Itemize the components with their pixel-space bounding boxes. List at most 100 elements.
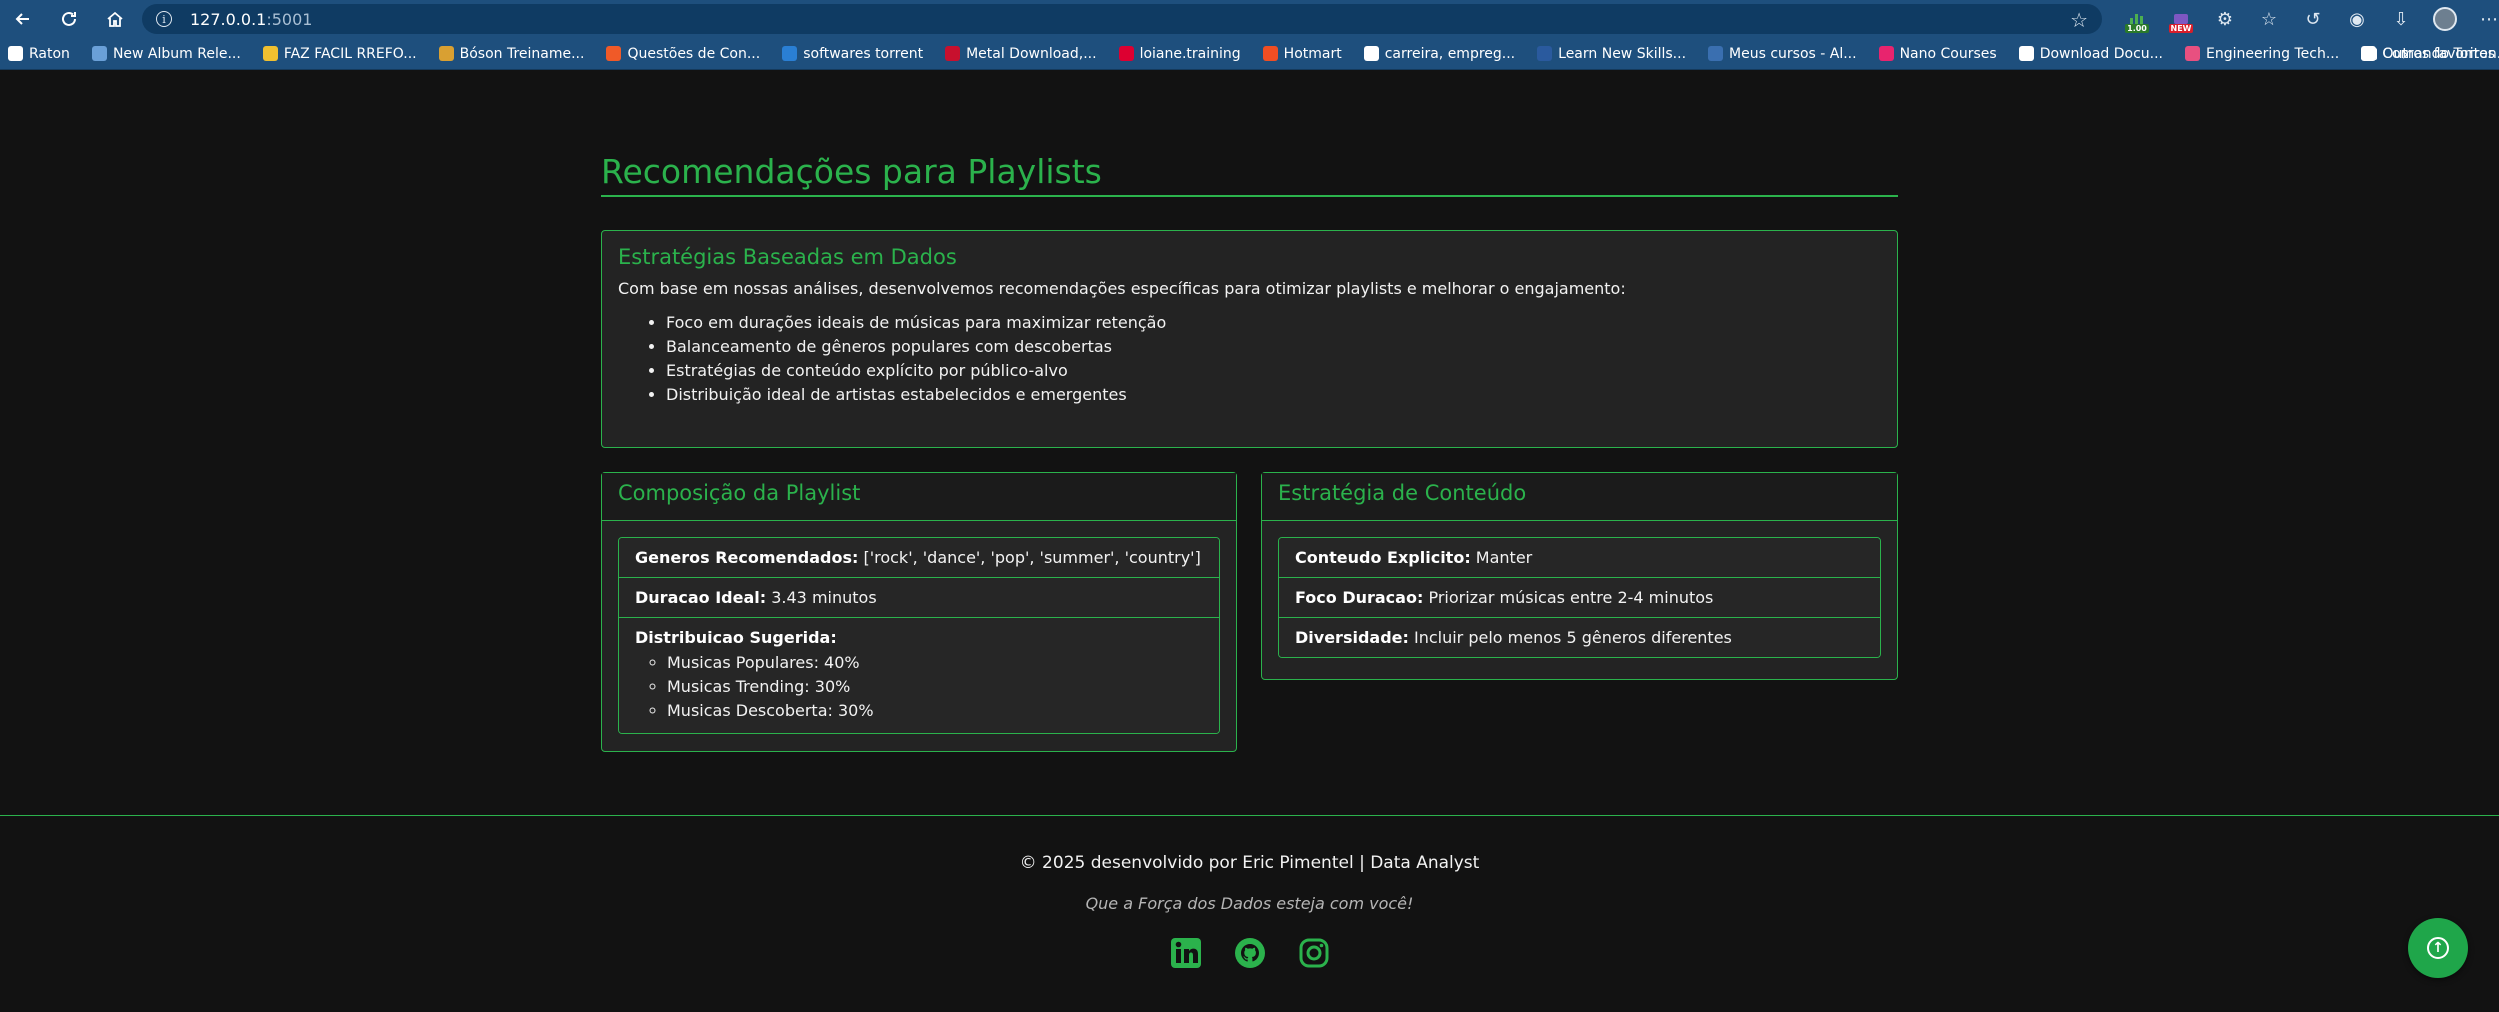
bookmark-item[interactable]: New Album Rele... [91,45,241,62]
bookmark-item[interactable]: Bóson Treiname... [438,45,585,62]
strategies-intro-text: Com base em nossas análises, desenvolvem… [618,279,1626,298]
download-icon: ⇩ [2393,8,2409,30]
distribution-entry: Musicas Descoberta: 30% [667,699,1203,723]
boson-icon [438,46,454,61]
content-strategy-panel: Estratégia de Conteúdo Conteudo Explicit… [1261,472,1898,680]
hotmart-icon [1262,46,1278,61]
bookmark-item[interactable]: carreira, empreg... [1363,46,1515,62]
extension-new-badge: NEW [2168,24,2194,33]
copilot-icon: ◉ [2349,8,2365,30]
bookmark-label: Raton [29,45,70,62]
strategies-list: Foco em durações ideais de músicas para … [666,314,1881,404]
profile-button[interactable] [2423,0,2467,38]
bookmark-item[interactable]: Meus cursos - Al... [1708,46,1857,62]
bookmark-label: Learn New Skills... [1558,45,1687,62]
instagram-link[interactable] [1297,936,1331,970]
puzzle-icon: ⚙ [2216,8,2234,30]
bookmark-item[interactable]: Hotmart [1262,46,1342,62]
title-divider [601,195,1898,197]
bookmark-label: New Album Rele... [112,45,241,62]
back-button[interactable] [0,0,46,38]
strategy-list: Conteudo Explicito: Manter Foco Duracao:… [1278,537,1881,658]
bookmark-label: Nano Courses [1899,45,1997,62]
bookmark-item[interactable]: loiane.training [1118,45,1241,62]
genres-value: ['rock', 'dance', 'pop', 'summer', 'coun… [858,548,1201,567]
bookmark-item[interactable]: Download Docu... [2018,45,2164,62]
distribution-entry: Musicas Trending: 30% [667,675,1203,699]
favorites-icon: ☆ [2260,8,2278,30]
playlist-composition-panel: Composição da Playlist Generos Recomenda… [601,472,1237,752]
extension-badge: 1.00 [2125,24,2149,33]
bookmarks-bar: Raton New Album Rele... FAZ FACIL RREFO...… [0,38,2499,70]
bookmark-item[interactable]: FAZ FACIL RREFO... [262,46,417,62]
distribution-entry: Musicas Populares: 40% [667,651,1203,675]
bookmark-label: Bóson Treiname... [459,45,585,62]
bookmark-label: Metal Download,... [966,45,1097,62]
copilot-button[interactable]: ◉ [2335,0,2379,38]
composition-body: Generos Recomendados: ['rock', 'dance', … [602,521,1236,750]
history-button[interactable]: ↺ [2291,0,2335,38]
footer-credit: © 2025 desenvolvido por Eric Pimentel | … [1019,853,1480,873]
extensions-button[interactable]: ⚙ [2203,0,2247,38]
list-item: Estratégias de conteúdo explícito por pú… [666,362,1881,380]
diversity-value: Incluir pelo menos 5 gêneros diferentes [1408,628,1732,647]
composition-header: Composição da Playlist [602,473,1236,521]
browser-toolbar: i 127.0.0.1:5001 ☆ 1.00 NEW ⚙ ☆ ↺ ◉ ⇩ ⋯ [0,0,2499,38]
bookmark-item[interactable]: Engineering Tech... [2185,46,2339,62]
diversity-item: Diversidade: Incluir pelo menos 5 gênero… [1279,618,1880,657]
url-host: 127.0.0.1 [190,9,267,29]
genres-item: Generos Recomendados: ['rock', 'dance', … [619,538,1219,578]
menu-button[interactable]: ⋯ [2467,0,2499,38]
diversity-label: Diversidade: [1295,628,1409,647]
downloads-button[interactable]: ⇩ [2379,0,2423,38]
folder-icon [2360,48,2377,60]
bookmark-item[interactable]: softwares torrent [782,46,923,62]
strategies-heading: Estratégias Baseadas em Dados [618,245,957,269]
bookmark-label: softwares torrent [803,45,924,62]
raton-icon [8,46,23,61]
b-icon [1363,46,1379,61]
doc-icon [2018,46,2034,61]
focus-item: Foco Duracao: Priorizar músicas entre 2-… [1279,578,1880,618]
bookmark-item[interactable]: Raton [8,46,70,62]
list-item: Balanceamento de gêneros populares com d… [666,338,1881,356]
bookmark-star-icon[interactable]: ☆ [2070,8,2088,32]
learn-icon [1537,46,1553,61]
other-favorites-folder[interactable]: Outros favoritos [2360,38,2499,70]
bookmark-label: Download Docu... [2039,45,2164,62]
focus-value: Priorizar músicas entre 2-4 minutos [1423,588,1714,607]
reload-button[interactable] [46,0,92,38]
favorites-button[interactable]: ☆ [2247,0,2291,38]
faz-icon [262,46,278,61]
list-item: Distribuição ideal de artistas estabelec… [666,386,1881,404]
metal-icon [945,46,961,61]
extensions-bar: 1.00 NEW ⚙ ☆ ↺ ◉ ⇩ ⋯ [2115,0,2499,38]
explicit-value: Manter [1470,548,1533,567]
cursos-icon [1708,46,1724,61]
genres-label: Generos Recomendados: [635,548,859,567]
questoes-icon [606,46,622,61]
strategy-header: Estratégia de Conteúdo [1262,473,1897,521]
composition-heading: Composição da Playlist [618,481,861,505]
linkedin-link[interactable] [1169,936,1203,970]
reload-icon [62,11,76,26]
scroll-to-top-button[interactable]: ↑ [2408,918,2468,978]
avatar [2433,7,2457,31]
github-link[interactable] [1233,936,1267,970]
bookmark-item[interactable]: Learn New Skills... [1537,46,1686,62]
bookmark-label: loiane.training [1139,45,1241,62]
history-icon: ↺ [2305,8,2321,30]
bookmark-item[interactable]: Questões de Con... [606,46,760,62]
chart-icon [782,46,798,61]
focus-label: Foco Duracao: [1295,588,1424,607]
extension-two[interactable]: NEW [2159,0,2203,38]
bookmark-item[interactable]: Nano Courses [1878,45,1997,62]
home-button[interactable] [92,0,138,38]
address-bar[interactable]: i 127.0.0.1:5001 ☆ [142,4,2102,34]
bookmark-item[interactable]: Metal Download,... [945,46,1097,62]
strategy-heading: Estratégia de Conteúdo [1278,481,1527,505]
duration-label: Duracao Ideal: [635,588,767,607]
extension-one[interactable]: 1.00 [2115,0,2159,38]
list-item: Foco em durações ideais de músicas para … [666,314,1881,332]
site-info-icon[interactable]: i [156,11,172,27]
